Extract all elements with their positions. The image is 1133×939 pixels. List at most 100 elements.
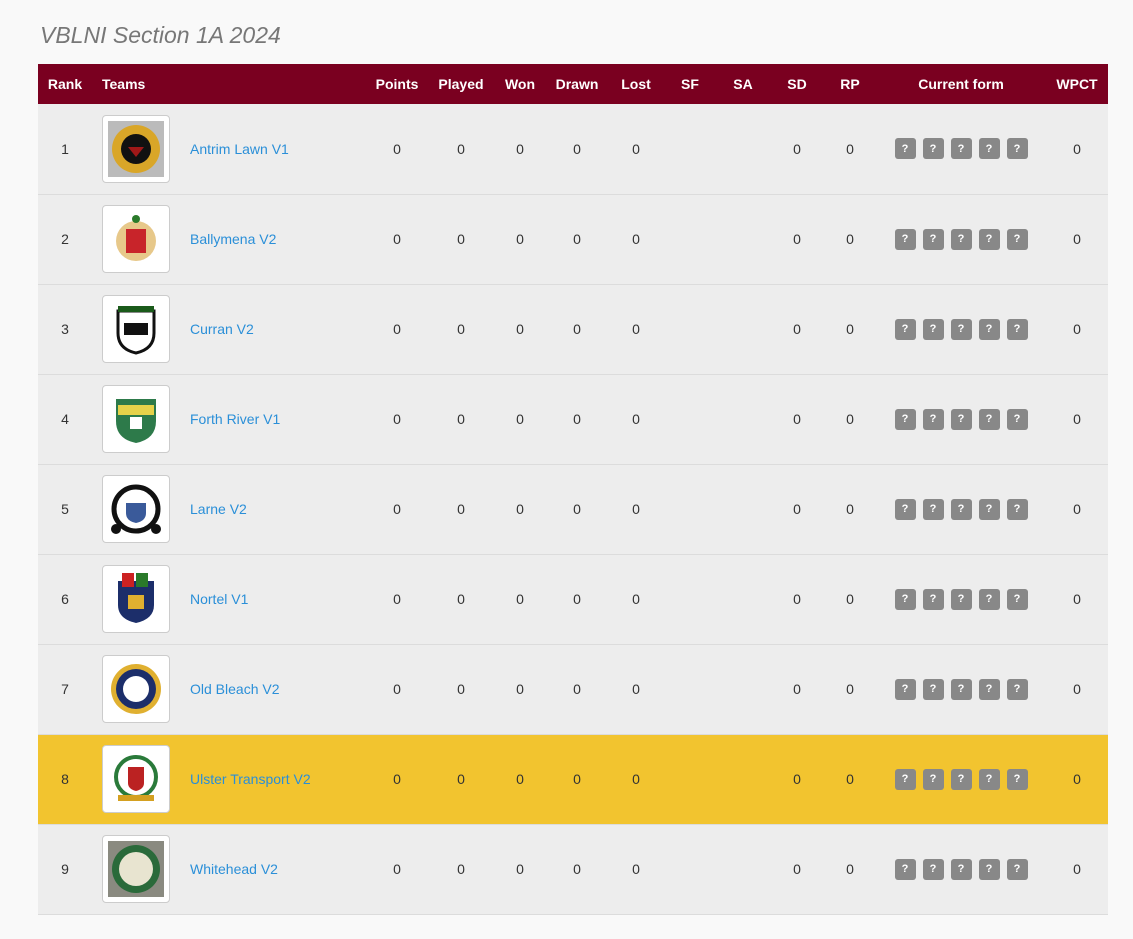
sf-cell [664, 194, 716, 284]
won-cell: 0 [516, 861, 524, 877]
points-cell: 0 [393, 771, 401, 787]
form-unknown-badge[interactable]: ? [950, 318, 972, 340]
form-unknown-badge[interactable]: ? [1006, 588, 1028, 610]
rank-cell: 4 [61, 411, 69, 427]
form-unknown-badge[interactable]: ? [922, 228, 944, 250]
team-cell: Antrim Lawn V1 [92, 104, 366, 194]
form-unknown-badge[interactable]: ? [894, 678, 916, 700]
current-form-cell: ????? [876, 464, 1046, 554]
sa-cell [716, 734, 770, 824]
team-link[interactable]: Whitehead V2 [190, 861, 278, 877]
drawn-cell: 0 [573, 591, 581, 607]
form-unknown-badge[interactable]: ? [894, 498, 916, 520]
form-unknown-badge[interactable]: ? [978, 858, 1000, 880]
team-link[interactable]: Nortel V1 [190, 591, 248, 607]
form-unknown-badge[interactable]: ? [1006, 228, 1028, 250]
form-unknown-badge[interactable]: ? [922, 408, 944, 430]
current-form-cell: ????? [876, 824, 1046, 914]
team-logo-icon[interactable] [102, 655, 170, 723]
form-unknown-badge[interactable]: ? [922, 678, 944, 700]
page-title: VBLNI Section 1A 2024 [40, 22, 281, 48]
form-unknown-badge[interactable]: ? [978, 498, 1000, 520]
form-unknown-badge[interactable]: ? [950, 138, 972, 160]
team-logo-icon[interactable] [102, 114, 170, 183]
form-unknown-badge[interactable]: ? [978, 228, 1000, 250]
team-link[interactable]: Ulster Transport V2 [190, 771, 311, 787]
lost-cell: 0 [632, 501, 640, 517]
form-unknown-badge[interactable]: ? [894, 408, 916, 430]
rp-cell: 0 [846, 140, 854, 157]
team-logo-icon[interactable] [102, 475, 170, 543]
team-link[interactable]: Old Bleach V2 [190, 681, 280, 697]
rank-cell: 5 [61, 501, 69, 517]
form-unknown-badge[interactable]: ? [894, 138, 916, 160]
form-unknown-badge[interactable]: ? [894, 768, 916, 790]
points-cell: 0 [393, 321, 401, 337]
sf-cell [664, 824, 716, 914]
form-unknown-badge[interactable]: ? [978, 588, 1000, 610]
sf-cell [664, 464, 716, 554]
column-header-sf: SF [681, 76, 699, 92]
form-unknown-badge[interactable]: ? [894, 588, 916, 610]
team-logo-icon[interactable] [102, 745, 170, 813]
form-unknown-badge[interactable]: ? [894, 318, 916, 340]
form-unknown-badge[interactable]: ? [950, 678, 972, 700]
form-unknown-badge[interactable]: ? [922, 588, 944, 610]
form-unknown-badge[interactable]: ? [950, 768, 972, 790]
form-unknown-badge[interactable]: ? [978, 768, 1000, 790]
lost-cell: 0 [632, 231, 640, 247]
lost-cell: 0 [632, 321, 640, 337]
team-cell: Ballymena V2 [92, 194, 366, 284]
won-cell: 0 [516, 681, 524, 697]
form-unknown-badge[interactable]: ? [978, 318, 1000, 340]
table-row: 7 Old Bleach V2 0 0 0 0 0 0 0????? 0 [38, 644, 1108, 734]
form-unknown-badge[interactable]: ? [978, 678, 1000, 700]
wpct-cell: 0 [1073, 861, 1081, 877]
form-unknown-badge[interactable]: ? [1006, 318, 1028, 340]
sd-cell: 0 [793, 321, 801, 337]
team-link[interactable]: Ballymena V2 [190, 231, 276, 247]
form-unknown-badge[interactable]: ? [894, 858, 916, 880]
rank-cell: 3 [61, 321, 69, 337]
form-unknown-badge[interactable]: ? [950, 588, 972, 610]
form-unknown-badge[interactable]: ? [950, 498, 972, 520]
team-link[interactable]: Curran V2 [190, 321, 254, 337]
team-logo-icon[interactable] [102, 385, 170, 453]
form-unknown-badge[interactable]: ? [922, 858, 944, 880]
team-logo-icon[interactable] [102, 565, 170, 633]
sf-cell [664, 284, 716, 374]
form-unknown-badge[interactable]: ? [922, 138, 944, 160]
column-header-lost: Lost [621, 76, 651, 92]
form-unknown-badge[interactable]: ? [1006, 678, 1028, 700]
table-row: 9 Whitehead V2 0 0 0 0 0 0 0????? 0 [38, 824, 1108, 914]
team-cell: Ulster Transport V2 [92, 734, 366, 824]
form-unknown-badge[interactable]: ? [950, 228, 972, 250]
form-unknown-badge[interactable]: ? [1006, 138, 1028, 160]
form-unknown-badge[interactable]: ? [922, 498, 944, 520]
form-unknown-badge[interactable]: ? [950, 858, 972, 880]
team-logo-icon[interactable] [102, 205, 170, 273]
team-link[interactable]: Forth River V1 [190, 411, 280, 427]
drawn-cell: 0 [573, 861, 581, 877]
team-link[interactable]: Larne V2 [190, 501, 247, 517]
drawn-cell: 0 [573, 681, 581, 697]
form-unknown-badge[interactable]: ? [1006, 498, 1028, 520]
form-unknown-badge[interactable]: ? [922, 768, 944, 790]
form-unknown-badge[interactable]: ? [950, 408, 972, 430]
form-unknown-badge[interactable]: ? [1006, 768, 1028, 790]
wpct-cell: 0 [1073, 681, 1081, 697]
form-unknown-badge[interactable]: ? [978, 138, 1000, 160]
lost-cell: 0 [632, 411, 640, 427]
column-header-won: Won [504, 76, 536, 92]
drawn-cell: 0 [573, 771, 581, 787]
team-logo-icon[interactable] [102, 835, 170, 903]
wpct-cell: 0 [1073, 411, 1081, 427]
form-unknown-badge[interactable]: ? [1006, 858, 1028, 880]
table-row: 6 Nortel V1 0 0 0 0 0 0 0????? 0 [38, 554, 1108, 644]
form-unknown-badge[interactable]: ? [1006, 408, 1028, 430]
team-link[interactable]: Antrim Lawn V1 [190, 141, 289, 157]
form-unknown-badge[interactable]: ? [922, 318, 944, 340]
team-logo-icon[interactable] [102, 295, 170, 363]
form-unknown-badge[interactable]: ? [894, 228, 916, 250]
form-unknown-badge[interactable]: ? [978, 408, 1000, 430]
